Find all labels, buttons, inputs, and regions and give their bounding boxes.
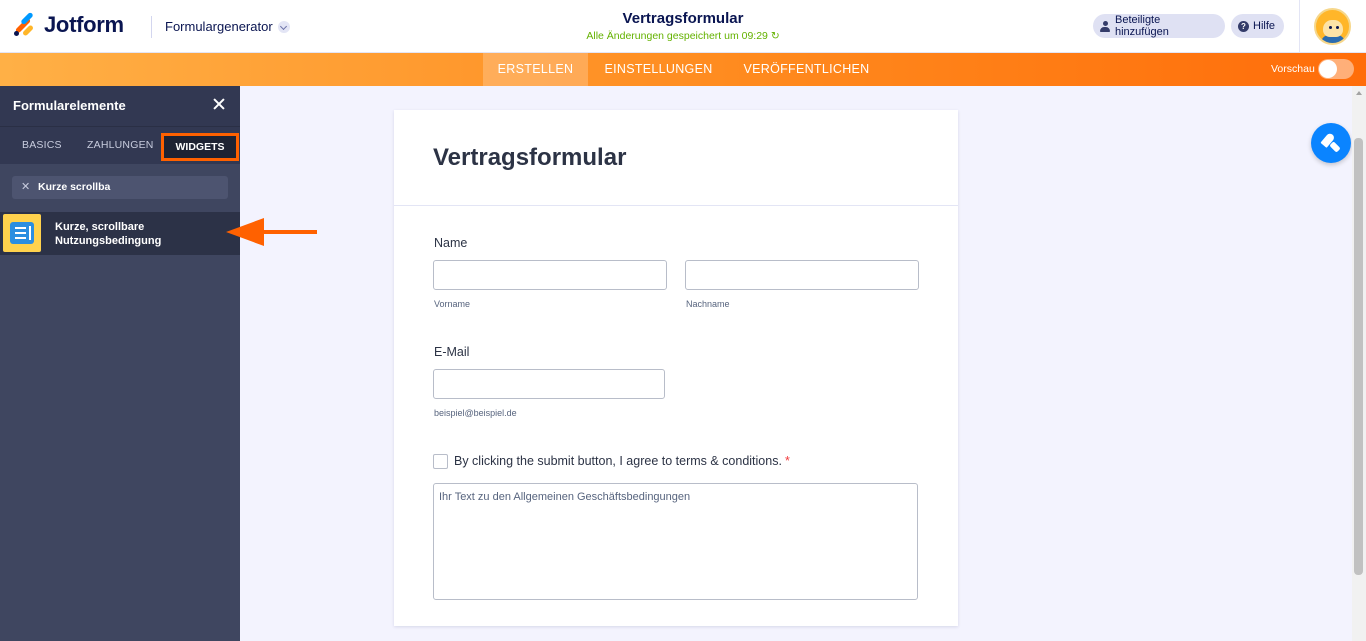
preview-toggle[interactable] xyxy=(1318,59,1354,79)
help-icon: ? xyxy=(1238,20,1249,32)
scrollbar-thumb[interactable] xyxy=(1354,138,1363,575)
terms-text: Ihr Text zu den Allgemeinen Geschäftsbed… xyxy=(439,491,691,503)
widget-result-label: Kurze, scrollbare Nutzungsbedingung xyxy=(55,221,162,247)
user-icon xyxy=(1100,20,1111,32)
logo-text: Jotform xyxy=(44,12,124,37)
tab-widgets[interactable]: WIDGETS xyxy=(161,133,239,161)
email-label: E-Mail xyxy=(434,345,470,359)
form-divider xyxy=(394,205,958,206)
save-status: Alle Änderungen gespeichert um 09:29 ↻ xyxy=(586,30,780,42)
widget-search-input[interactable]: ✕ Kurze scrollba xyxy=(12,176,228,199)
page-scrollbar[interactable] xyxy=(1352,86,1366,641)
help-label: Hilfe xyxy=(1253,20,1276,32)
terms-checkbox-text: By clicking the submit button, I agree t… xyxy=(454,454,782,468)
header-divider-right xyxy=(1299,0,1300,53)
form-heading[interactable]: Vertragsformular xyxy=(433,144,626,172)
terms-checkbox[interactable] xyxy=(433,454,448,469)
name-label: Name xyxy=(434,236,468,250)
required-mark: * xyxy=(784,454,790,468)
search-value: Kurze scrollba xyxy=(38,181,111,193)
form-title[interactable]: Vertragsformular xyxy=(540,10,826,27)
tab-veroeffentlichen[interactable]: VERÖFFENTLICHEN xyxy=(733,53,880,86)
header-divider xyxy=(151,16,152,38)
help-button[interactable]: ? Hilfe xyxy=(1231,14,1284,38)
close-icon[interactable] xyxy=(212,97,226,111)
email-sublabel: beispiel@beispiel.de xyxy=(434,408,517,418)
scrollable-terms-icon xyxy=(3,214,41,252)
email-field[interactable] xyxy=(433,369,665,399)
tab-basics[interactable]: BASICS xyxy=(22,139,62,151)
add-participants-button[interactable]: Beteiligte hinzufügen xyxy=(1093,14,1225,38)
avatar[interactable] xyxy=(1314,8,1351,45)
jotform-logo-icon xyxy=(14,11,36,37)
top-header: Jotform Formulargenerator Vertragsformul… xyxy=(0,0,1366,53)
paint-brush-tip xyxy=(1329,141,1341,153)
arrow-shaft xyxy=(262,230,317,234)
clear-search-icon[interactable]: ✕ xyxy=(21,180,30,193)
form-card: Vertragsformular Name Vorname Nachname E… xyxy=(394,110,958,626)
tab-erstellen[interactable]: ERSTELLEN xyxy=(483,53,588,86)
terms-checkbox-label: By clicking the submit button, I agree t… xyxy=(454,454,790,468)
builder-label: Formulargenerator xyxy=(165,19,273,34)
first-name-field[interactable] xyxy=(433,260,667,290)
tab-einstellungen[interactable]: EINSTELLUNGEN xyxy=(596,53,721,86)
preview-label: Vorschau xyxy=(1271,63,1315,75)
builder-selector[interactable]: Formulargenerator xyxy=(165,19,290,34)
form-designer-button[interactable] xyxy=(1311,123,1351,163)
arrow-left-icon xyxy=(226,218,264,246)
toggle-knob xyxy=(1319,60,1337,78)
form-title-block: Vertragsformular Alle Änderungen gespeic… xyxy=(540,10,826,42)
tab-zahlungen[interactable]: ZAHLUNGEN xyxy=(87,139,154,151)
widget-result-item[interactable]: Kurze, scrollbare Nutzungsbedingung xyxy=(0,212,240,255)
sidebar-title: Formularelemente xyxy=(13,98,126,113)
terms-text-area[interactable]: Ihr Text zu den Allgemeinen Geschäftsbed… xyxy=(433,483,918,600)
add-participants-label: Beteiligte hinzufügen xyxy=(1114,14,1169,38)
scroll-up-icon[interactable] xyxy=(1356,91,1362,95)
chevron-down-icon xyxy=(277,20,290,33)
main-nav: ERSTELLEN EINSTELLUNGEN VERÖFFENTLICHEN … xyxy=(0,53,1366,86)
sidebar-header: Formularelemente xyxy=(0,86,240,126)
last-name-field[interactable] xyxy=(685,260,919,290)
last-name-sublabel: Nachname xyxy=(686,299,730,309)
form-elements-sidebar: Formularelemente BASICS ZAHLUNGEN WIDGET… xyxy=(0,86,240,641)
jotform-logo[interactable]: Jotform xyxy=(14,11,124,38)
first-name-sublabel: Vorname xyxy=(434,299,471,309)
